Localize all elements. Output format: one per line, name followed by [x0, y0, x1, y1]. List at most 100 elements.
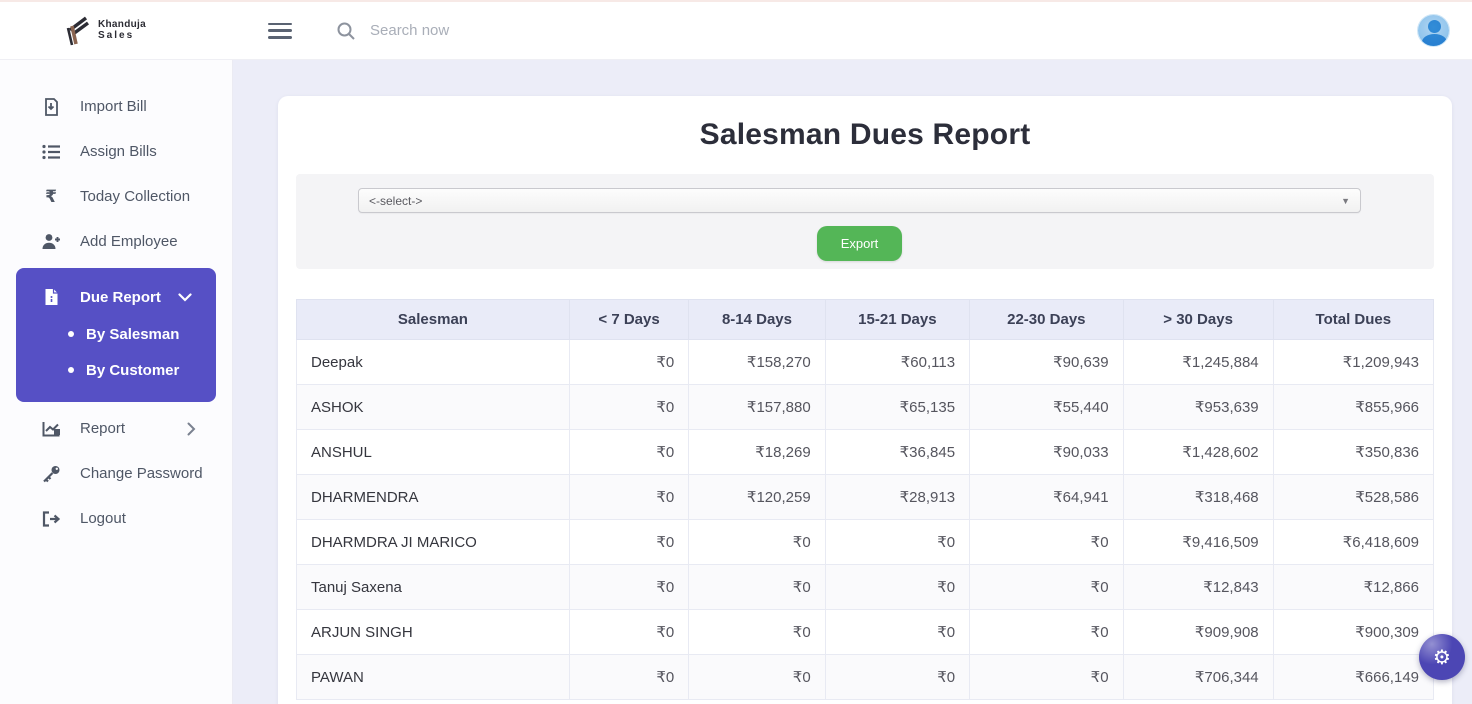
dues-cell: ₹18,269	[689, 430, 825, 475]
dues-cell: ₹90,639	[970, 340, 1123, 385]
dues-cell: ₹12,866	[1273, 565, 1433, 610]
sidebar-subitem-label: By Customer	[86, 362, 179, 379]
menu-icon[interactable]	[268, 23, 292, 39]
dues-cell: ₹0	[569, 385, 688, 430]
sidebar-item-label: Assign Bills	[80, 143, 157, 160]
table-header-row: Salesman < 7 Days 8-14 Days 15-21 Days 2…	[297, 300, 1434, 340]
dues-cell: ₹9,416,509	[1123, 520, 1273, 565]
dues-cell: ₹65,135	[825, 385, 969, 430]
dues-cell: ₹0	[970, 565, 1123, 610]
dues-cell: ₹0	[825, 610, 969, 655]
sidebar: Import Bill Assign Bills ₹ Today Collect…	[0, 60, 233, 704]
salesman-name: ANSHUL	[297, 430, 570, 475]
sidebar-subitem-by-customer[interactable]: By Customer	[16, 352, 216, 388]
sidebar-item-change-password[interactable]: Change Password	[0, 451, 232, 496]
sidebar-item-add-employee[interactable]: Add Employee	[0, 219, 232, 264]
dues-cell: ₹953,639	[1123, 385, 1273, 430]
dues-cell: ₹706,344	[1123, 655, 1273, 700]
table-row: PAWAN ₹0 ₹0 ₹0 ₹0 ₹706,344 ₹666,149	[297, 655, 1434, 700]
search-bar	[336, 21, 1417, 41]
table-row: Tanuj Saxena ₹0 ₹0 ₹0 ₹0 ₹12,843 ₹12,866	[297, 565, 1434, 610]
gear-icon: ⚙	[1433, 645, 1451, 669]
table-row: Deepak ₹0 ₹158,270 ₹60,113 ₹90,639 ₹1,24…	[297, 340, 1434, 385]
dues-cell: ₹0	[825, 655, 969, 700]
dues-cell: ₹318,468	[1123, 475, 1273, 520]
dues-cell: ₹1,245,884	[1123, 340, 1273, 385]
import-bill-icon	[40, 98, 62, 116]
col-header-8-14: 8-14 Days	[689, 300, 825, 340]
salesman-name: Deepak	[297, 340, 570, 385]
logo-text-line1: Khanduja	[98, 20, 146, 31]
search-icon	[336, 21, 356, 41]
sidebar-item-logout[interactable]: Logout	[0, 496, 232, 541]
dues-cell: ₹64,941	[970, 475, 1123, 520]
dues-table: Salesman < 7 Days 8-14 Days 15-21 Days 2…	[296, 299, 1434, 700]
dues-cell: ₹0	[689, 565, 825, 610]
dues-cell: ₹120,259	[689, 475, 825, 520]
dues-cell: ₹528,586	[1273, 475, 1433, 520]
sidebar-item-import-bill[interactable]: Import Bill	[0, 84, 232, 129]
dues-cell: ₹0	[970, 655, 1123, 700]
dues-cell: ₹1,428,602	[1123, 430, 1273, 475]
table-row: ANSHUL ₹0 ₹18,269 ₹36,845 ₹90,033 ₹1,428…	[297, 430, 1434, 475]
salesman-name: ASHOK	[297, 385, 570, 430]
dues-cell: ₹60,113	[825, 340, 969, 385]
select-arrow-icon: ▼	[1341, 196, 1350, 206]
dues-cell: ₹0	[689, 655, 825, 700]
sidebar-subitem-by-salesman[interactable]: By Salesman	[16, 316, 216, 352]
dues-cell: ₹55,440	[970, 385, 1123, 430]
dues-cell: ₹0	[825, 520, 969, 565]
dues-cell: ₹0	[970, 520, 1123, 565]
dues-cell: ₹36,845	[825, 430, 969, 475]
chevron-down-icon	[178, 293, 192, 302]
dues-cell: ₹157,880	[689, 385, 825, 430]
add-employee-icon	[40, 233, 62, 250]
assign-bills-icon	[40, 144, 62, 160]
due-report-icon	[40, 288, 62, 306]
select-value: <-select->	[369, 194, 422, 208]
key-icon	[40, 465, 62, 483]
salesman-name: DHARMENDRA	[297, 475, 570, 520]
dues-cell: ₹12,843	[1123, 565, 1273, 610]
dues-cell: ₹0	[569, 655, 688, 700]
col-header-salesman: Salesman	[297, 300, 570, 340]
bullet-icon	[68, 367, 74, 373]
sidebar-item-label: Report	[80, 420, 125, 437]
col-header-gt30: > 30 Days	[1123, 300, 1273, 340]
salesman-name: ARJUN SINGH	[297, 610, 570, 655]
salesman-select[interactable]: <-select-> ▼	[358, 188, 1361, 213]
search-input[interactable]	[370, 22, 670, 39]
dues-cell: ₹0	[569, 475, 688, 520]
sidebar-group-due-report: Due Report By Salesman By Customer	[16, 268, 216, 402]
filter-panel: <-select-> ▼ Export	[296, 174, 1434, 269]
rupee-icon: ₹	[40, 187, 62, 207]
dues-cell: ₹666,149	[1273, 655, 1433, 700]
settings-fab-button[interactable]: ⚙	[1419, 634, 1465, 680]
export-button[interactable]: Export	[817, 226, 903, 261]
report-icon	[40, 421, 62, 437]
salesman-name: PAWAN	[297, 655, 570, 700]
sidebar-item-report[interactable]: Report	[0, 406, 232, 451]
table-row: DHARMENDRA ₹0 ₹120,259 ₹28,913 ₹64,941 ₹…	[297, 475, 1434, 520]
top-header: Khanduja Sales	[0, 0, 1472, 60]
dues-cell: ₹6,418,609	[1273, 520, 1433, 565]
dues-cell: ₹855,966	[1273, 385, 1433, 430]
table-row: DHARMDRA JI MARICO ₹0 ₹0 ₹0 ₹0 ₹9,416,50…	[297, 520, 1434, 565]
dues-cell: ₹909,908	[1123, 610, 1273, 655]
dues-cell: ₹0	[569, 430, 688, 475]
sidebar-item-assign-bills[interactable]: Assign Bills	[0, 129, 232, 174]
logout-icon	[40, 511, 62, 527]
table-row: ASHOK ₹0 ₹157,880 ₹65,135 ₹55,440 ₹953,6…	[297, 385, 1434, 430]
main-content: Salesman Dues Report <-select-> ▼ Export…	[234, 60, 1472, 704]
logo-icon	[64, 16, 90, 46]
user-avatar[interactable]	[1417, 14, 1450, 47]
sidebar-item-today-collection[interactable]: ₹ Today Collection	[0, 174, 232, 219]
dues-cell: ₹90,033	[970, 430, 1123, 475]
col-header-lt7: < 7 Days	[569, 300, 688, 340]
bullet-icon	[68, 331, 74, 337]
sidebar-item-label: Logout	[80, 510, 126, 527]
chevron-right-icon	[187, 422, 196, 436]
sidebar-item-due-report[interactable]: Due Report	[16, 278, 216, 316]
app-logo[interactable]: Khanduja Sales	[0, 16, 233, 46]
page-title: Salesman Dues Report	[296, 118, 1434, 152]
